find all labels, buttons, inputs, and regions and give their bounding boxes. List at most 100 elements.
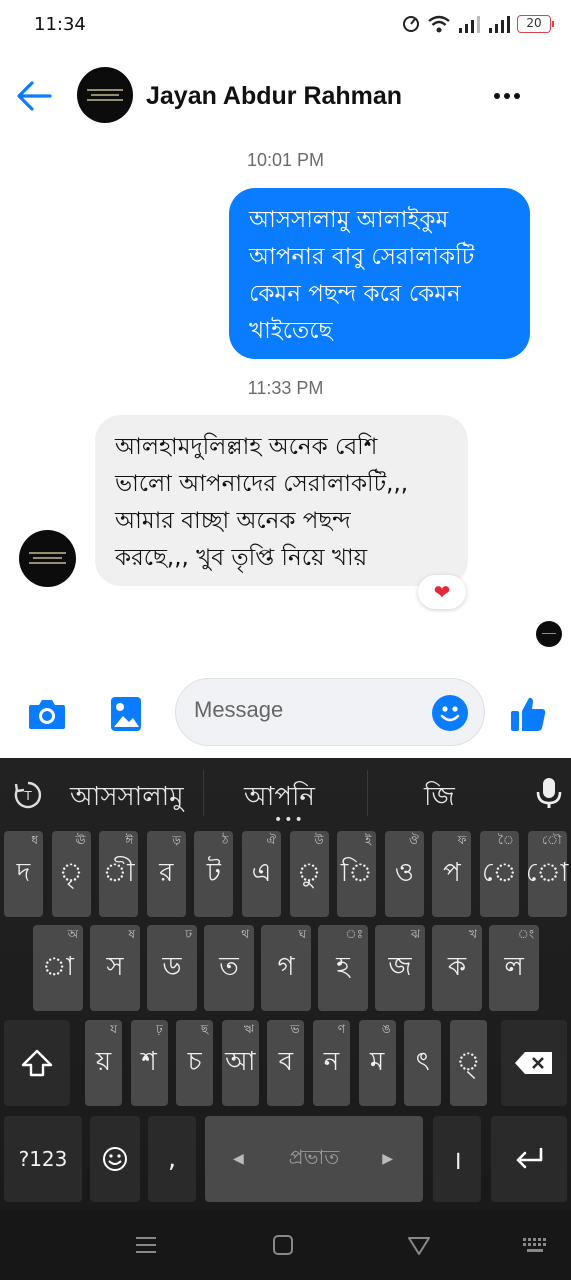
- back-button[interactable]: [14, 76, 54, 116]
- key-hint-label: ফ: [457, 833, 467, 847]
- letter-key[interactable]: ফপ: [432, 831, 472, 917]
- key-hint-label: ভ: [290, 1022, 300, 1036]
- camera-button[interactable]: [25, 692, 69, 736]
- key-label: া: [42, 952, 74, 982]
- key-hint-label: ঃ: [345, 927, 363, 941]
- backspace-key[interactable]: [501, 1020, 567, 1106]
- letter-key[interactable]: ৌো: [526, 831, 568, 917]
- letter-key[interactable]: ষস: [90, 925, 140, 1011]
- letter-key[interactable]: ঔও: [384, 831, 424, 917]
- key-label: ল: [504, 952, 524, 982]
- microphone-icon[interactable]: [534, 776, 564, 810]
- letter-key[interactable]: অা: [33, 925, 83, 1011]
- key-hint-label: ঠ: [221, 833, 229, 847]
- emoji-key[interactable]: [90, 1116, 140, 1202]
- camera-icon: [29, 700, 65, 729]
- home-nav-icon[interactable]: [268, 1230, 298, 1260]
- key-label: চ: [187, 1047, 202, 1077]
- letter-key[interactable]: ড় র: [146, 831, 186, 917]
- key-label: এ: [251, 858, 272, 888]
- letter-key[interactable]: ঈী: [99, 831, 139, 917]
- key-hint-label: ড়: [172, 833, 181, 847]
- key-hint-label: ঝ: [410, 927, 420, 941]
- letter-key[interactable]: ছচ: [176, 1020, 214, 1106]
- letter-key[interactable]: ঠট: [194, 831, 234, 917]
- letter-key[interactable]: ঋআ: [221, 1020, 259, 1106]
- letter-key[interactable]: য য়: [85, 1020, 122, 1106]
- message-input[interactable]: [194, 697, 424, 723]
- suggestion-word[interactable]: জি: [424, 776, 455, 820]
- key-label: ত: [219, 952, 239, 982]
- letter-key[interactable]: ঘগ: [261, 925, 311, 1011]
- period-key[interactable]: ।: [433, 1116, 481, 1202]
- letter-key[interactable]: ঃ হ: [318, 925, 368, 1011]
- key-hint-label: থ: [241, 927, 249, 941]
- message-text-line: আমার বাচ্ছা অনেক পছন্দ: [115, 508, 351, 534]
- like-button[interactable]: [506, 692, 550, 736]
- letter-key[interactable]: ঝজ: [375, 925, 425, 1011]
- smiley-icon: [440, 706, 460, 722]
- letter-key[interactable]: ৎ: [404, 1020, 442, 1106]
- shift-key[interactable]: [4, 1020, 70, 1106]
- key-label: গ: [277, 952, 295, 982]
- comma-key[interactable]: ,: [148, 1116, 196, 1202]
- message-text-line: আপনার বাবু সেরালাকটি: [249, 244, 475, 270]
- letter-key[interactable]: ভব: [267, 1020, 305, 1106]
- key-label: ৃ: [58, 858, 84, 888]
- letter-key[interactable]: ইি: [337, 831, 377, 917]
- key-label: জ: [388, 952, 412, 982]
- letter-key[interactable]: ঐএ: [242, 831, 281, 917]
- key-label: ড: [162, 952, 182, 982]
- outgoing-message-bubble[interactable]: আসসালামু আলাইকুম আপনার বাবু সেরালাকটি কে…: [229, 188, 530, 359]
- more-suggestions-dots-icon[interactable]: •••: [274, 812, 305, 828]
- key-label: ী: [102, 858, 135, 888]
- data-saver-icon: [403, 16, 419, 32]
- key-label: স: [106, 952, 124, 982]
- key-label: ক: [447, 952, 467, 982]
- letter-key[interactable]: থত: [204, 925, 254, 1011]
- key-label: র: [159, 858, 174, 888]
- letter-key[interactable]: খক: [432, 925, 482, 1011]
- gallery-button[interactable]: [104, 692, 148, 736]
- enter-key[interactable]: [491, 1116, 567, 1202]
- space-left-arrow-icon: ◀: [233, 1151, 244, 1167]
- more-dot-icon: [504, 93, 510, 99]
- letter-key[interactable]: ধদ: [4, 831, 43, 917]
- message-input-container[interactable]: [175, 678, 485, 746]
- back-nav-icon[interactable]: [404, 1230, 434, 1260]
- letter-key[interactable]: ং ল: [489, 925, 539, 1011]
- contact-name[interactable]: Jayan Abdur Rahman: [146, 82, 402, 111]
- suggestion-word[interactable]: আসসালামু: [70, 776, 184, 820]
- letter-key[interactable]: ঢ় শ: [130, 1020, 168, 1106]
- key-hint-label: ৈ: [497, 833, 514, 847]
- key-hint-label: ঔ: [408, 833, 419, 847]
- keyboard-settings-icon[interactable]: T: [13, 780, 43, 810]
- message-text-line: খাইতেছে: [249, 318, 333, 344]
- keyboard-switch-icon[interactable]: [520, 1230, 550, 1260]
- letter-key[interactable]: ৈে: [480, 831, 519, 917]
- chat-header: Jayan Abdur Rahman: [0, 60, 571, 132]
- letter-key[interactable]: উু: [289, 831, 329, 917]
- letter-key[interactable]: ঊৃ: [51, 831, 91, 917]
- letter-key[interactable]: ঙম: [358, 1020, 396, 1106]
- menu-nav-icon[interactable]: [131, 1230, 161, 1260]
- key-hint-label: ঘ: [298, 927, 306, 941]
- space-key[interactable]: প্রভাত ◀ ▶: [205, 1116, 423, 1202]
- numbers-key[interactable]: ?123: [4, 1116, 82, 1202]
- shift-icon: [21, 1049, 53, 1077]
- key-label: য়: [95, 1047, 112, 1077]
- emoji-button[interactable]: [432, 695, 468, 731]
- key-hint-label: উ: [314, 833, 324, 847]
- letter-key[interactable]: ঢড: [147, 925, 197, 1011]
- incoming-message-bubble[interactable]: আলহামদুলিল্লাহ অনেক বেশি ভালো আপনাদের সে…: [95, 415, 468, 586]
- keyboard: T আসসালামু আপনি ••• জি ধ দ ঊৃ ঈী ড় র ঠ ট ঐ এ উু ইি…: [0, 758, 571, 1210]
- sender-avatar[interactable]: [19, 530, 76, 587]
- letter-key[interactable]: ্: [449, 1020, 487, 1106]
- contact-avatar[interactable]: [77, 67, 133, 123]
- more-options-button[interactable]: [489, 78, 525, 114]
- seen-receipt-avatar: [536, 621, 562, 647]
- heart-reaction-icon[interactable]: ❤: [418, 575, 466, 609]
- key-hint-label: ঢ়: [156, 1022, 163, 1036]
- letter-key[interactable]: ণন: [313, 1020, 350, 1106]
- key-hint-label: অ: [67, 927, 78, 941]
